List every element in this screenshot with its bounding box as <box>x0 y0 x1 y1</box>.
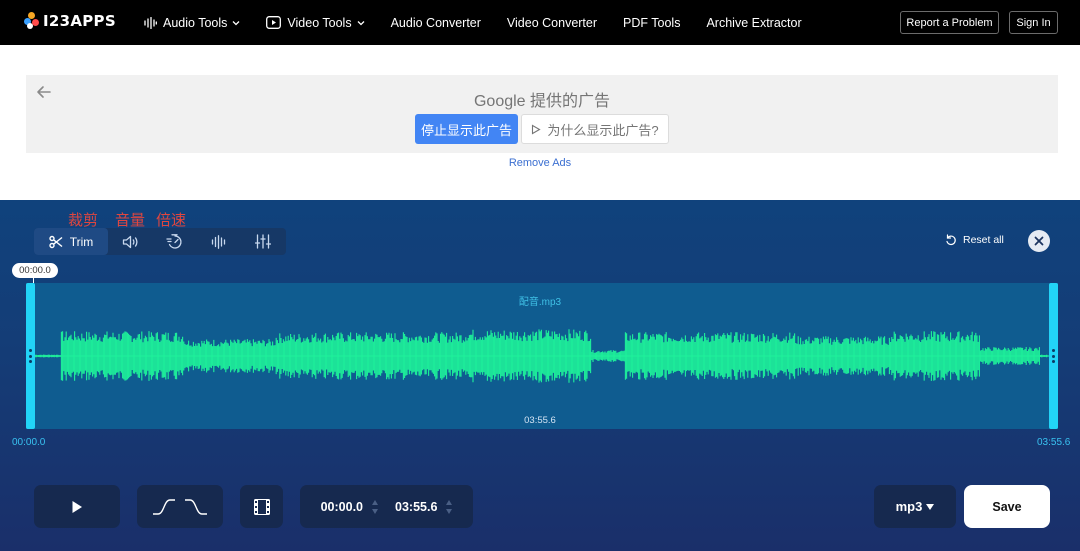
nav-video-tools[interactable]: Video Tools <box>266 15 365 30</box>
why-ad-button[interactable]: 为什么显示此广告? <box>521 114 669 144</box>
start-time-stepper[interactable] <box>372 499 378 514</box>
audio-wave-icon <box>144 16 157 29</box>
logo[interactable]: I23APPS <box>24 12 116 30</box>
nav-audio-tools-label: Audio Tools <box>163 15 228 30</box>
annotation-trim: 裁剪 <box>68 211 99 229</box>
grip-dots-icon <box>29 349 32 363</box>
play-outline-icon <box>532 124 541 134</box>
reset-all-label: Reset all <box>963 234 1004 246</box>
logo-text: I23APPS <box>43 12 116 30</box>
annotation-volume: 音量 <box>115 211 146 229</box>
scissors-icon <box>49 235 63 248</box>
equalizer-icon <box>255 234 271 249</box>
play-button[interactable] <box>34 485 120 528</box>
save-button[interactable]: Save <box>964 485 1050 528</box>
timeline-end: 03:55.6 <box>1037 437 1071 448</box>
nav-audio-converter[interactable]: Audio Converter <box>391 16 481 30</box>
start-time-input[interactable]: 00:00.0 <box>321 500 363 514</box>
stop-ad-button[interactable]: 停止显示此广告 <box>415 114 518 144</box>
report-problem-button[interactable]: Report a Problem <box>900 11 999 34</box>
volume-icon <box>122 235 138 248</box>
start-time-badge: 00:00.0 <box>12 263 58 278</box>
waveform-icon <box>211 234 226 249</box>
chevron-down-icon <box>357 20 365 25</box>
time-range: 00:00.0 03:55.6 <box>300 485 473 528</box>
nav-audio-tools[interactable]: Audio Tools <box>144 16 240 30</box>
tool-tabs: Trim <box>34 228 286 255</box>
chevron-down-icon <box>232 20 240 25</box>
selection-duration: 03:55.6 <box>524 415 556 426</box>
annotation-speed: 倍速 <box>156 211 187 229</box>
why-ad-label: 为什么显示此广告? <box>547 122 659 138</box>
tab-volume[interactable] <box>110 228 152 255</box>
dropdown-arrow-icon <box>926 503 935 510</box>
nav-pdf-tools[interactable]: PDF Tools <box>623 16 680 30</box>
end-time-input[interactable]: 03:55.6 <box>395 500 437 514</box>
nav-video-converter[interactable]: Video Converter <box>507 16 597 30</box>
film-icon <box>253 498 270 515</box>
close-icon <box>1034 236 1044 246</box>
grip-dots-icon <box>1052 349 1055 363</box>
tab-effects[interactable] <box>198 228 240 255</box>
undo-icon <box>946 234 956 246</box>
tab-speed[interactable] <box>154 228 196 255</box>
fade-controls <box>137 485 223 528</box>
reset-all-button[interactable]: Reset all <box>945 234 1004 246</box>
film-button[interactable] <box>240 485 283 528</box>
format-select[interactable]: mp3 <box>874 485 956 528</box>
play-box-icon <box>266 16 282 29</box>
fade-in-icon[interactable] <box>152 498 176 515</box>
logo-icon <box>24 12 40 30</box>
tab-trim-label: Trim <box>69 234 94 249</box>
remove-ads-link[interactable]: Remove Ads <box>0 157 1080 169</box>
ad-title: Google 提供的广告 <box>473 93 611 110</box>
fade-out-icon[interactable] <box>184 498 208 515</box>
audio-editor: 裁剪 音量 倍速 Trim Reset all 00:00.0 配音.mp3 0… <box>0 200 1080 551</box>
nav-archive-extractor[interactable]: Archive Extractor <box>706 16 801 30</box>
ad-banner: Google 提供的广告 停止显示此广告 为什么显示此广告? <box>26 75 1058 153</box>
file-name: 配音.mp3 <box>518 297 562 308</box>
end-time-stepper[interactable] <box>446 499 453 514</box>
speed-icon <box>166 233 182 249</box>
sign-in-button[interactable]: Sign In <box>1009 11 1058 34</box>
timeline-start: 00:00.0 <box>12 437 46 448</box>
play-icon <box>72 500 82 513</box>
tab-equalizer[interactable] <box>242 228 284 255</box>
top-navbar: I23APPS Audio Tools Video Tools Audio Co… <box>0 0 1080 45</box>
close-button[interactable] <box>1028 230 1050 252</box>
tab-trim[interactable]: Trim <box>34 228 108 255</box>
format-value: mp3 <box>895 499 923 514</box>
nav-video-tools-label: Video Tools <box>287 15 352 30</box>
